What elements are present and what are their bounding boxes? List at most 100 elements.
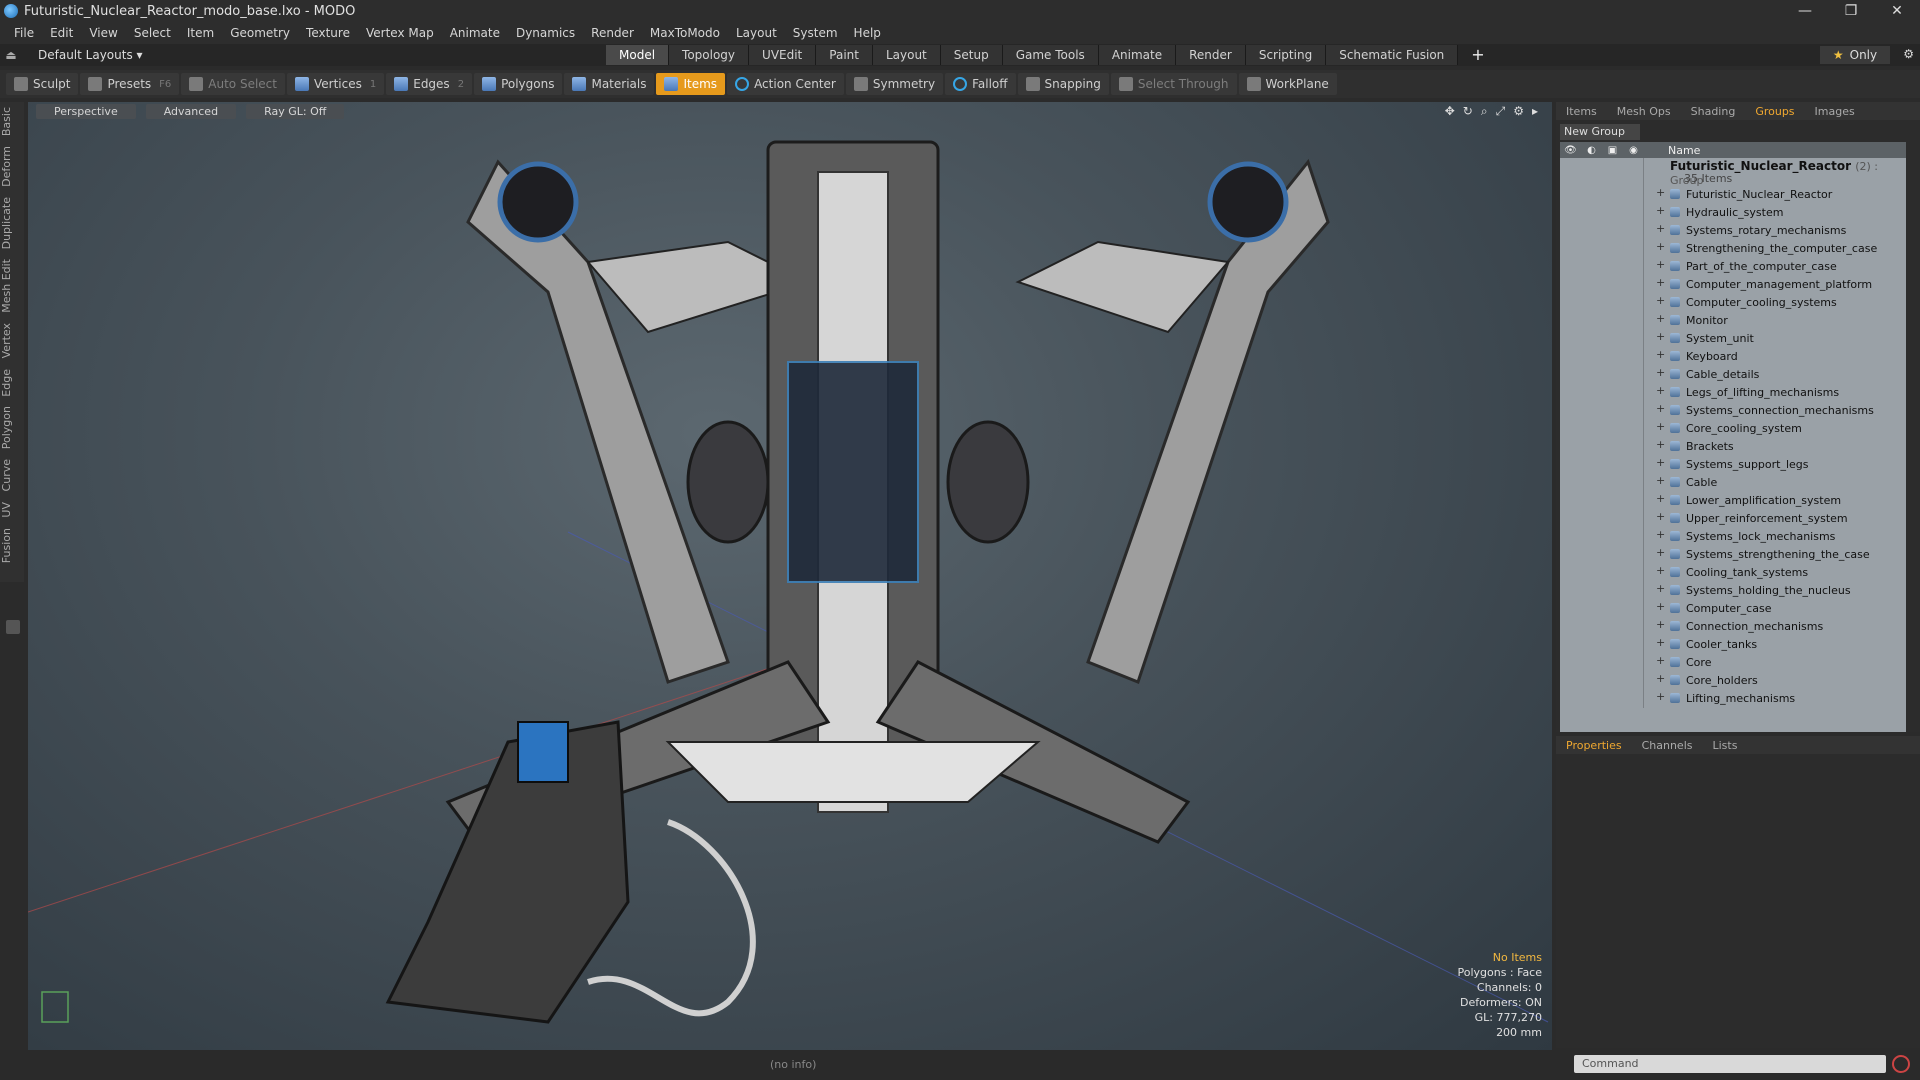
expand-icon[interactable]: + — [1656, 384, 1665, 397]
tab-uvedit[interactable]: UVEdit — [749, 45, 817, 65]
side-tab-vertex[interactable]: Vertex — [0, 318, 24, 363]
edges-button[interactable]: Edges 2 — [386, 73, 473, 95]
expand-icon[interactable]: + — [1656, 276, 1665, 289]
tab-groups[interactable]: Groups — [1745, 105, 1804, 118]
symmetry-button[interactable]: Symmetry — [845, 73, 944, 95]
side-tab-curve[interactable]: Curve — [0, 454, 24, 496]
tab-game-tools[interactable]: Game Tools — [1002, 45, 1099, 65]
list-item[interactable]: + Legs_of_lifting_mechanisms — [1560, 384, 1906, 402]
tab-schematic-fusion[interactable]: Schematic Fusion — [1326, 45, 1459, 65]
action-center-button[interactable]: Action Center — [727, 73, 844, 95]
list-item[interactable]: + Monitor — [1560, 312, 1906, 330]
list-item[interactable]: + Systems_lock_mechanisms — [1560, 528, 1906, 546]
expand-icon[interactable]: + — [1656, 312, 1665, 325]
expand-icon[interactable]: + — [1656, 366, 1665, 379]
expand-icon[interactable]: + — [1656, 204, 1665, 217]
list-item[interactable]: + Computer_management_platform — [1560, 276, 1906, 294]
list-item[interactable]: + Core_holders — [1560, 672, 1906, 690]
list-item[interactable]: + Systems_support_legs — [1560, 456, 1906, 474]
expand-icon[interactable]: + — [1656, 402, 1665, 415]
gear-icon[interactable]: ⚙ — [1903, 47, 1914, 61]
side-tab-edge[interactable]: Edge — [0, 364, 24, 402]
expand-icon[interactable]: + — [1656, 456, 1665, 469]
tab-paint[interactable]: Paint — [816, 45, 873, 65]
expand-icon[interactable]: + — [1656, 438, 1665, 451]
command-history-icon[interactable] — [1892, 1055, 1910, 1073]
expand-icon[interactable]: + — [1656, 258, 1665, 271]
lock-column-icon[interactable]: ▣ — [1602, 145, 1623, 156]
menu-select[interactable]: Select — [126, 26, 179, 40]
menu-help[interactable]: Help — [846, 26, 889, 40]
tab-topology[interactable]: Topology — [669, 45, 750, 65]
menu-file[interactable]: File — [6, 26, 42, 40]
menu-texture[interactable]: Texture — [298, 26, 358, 40]
list-item[interactable]: + Cable_details — [1560, 366, 1906, 384]
tab-lists[interactable]: Lists — [1703, 739, 1748, 752]
list-item[interactable]: + Systems_holding_the_nucleus — [1560, 582, 1906, 600]
expand-icon[interactable]: + — [1656, 690, 1665, 703]
expand-icon[interactable]: + — [1656, 546, 1665, 559]
expand-icon[interactable]: + — [1656, 222, 1665, 235]
list-item[interactable]: + Systems_strengthening_the_case — [1560, 546, 1906, 564]
expand-icon[interactable]: + — [1656, 510, 1665, 523]
only-button[interactable]: ★ Only — [1820, 46, 1890, 64]
list-item[interactable]: + Brackets — [1560, 438, 1906, 456]
visibility-column-icon[interactable]: 👁 — [1560, 145, 1581, 156]
select-through-button[interactable]: Select Through — [1110, 73, 1237, 95]
tab-model[interactable]: Model — [606, 45, 670, 65]
list-item[interactable]: + Hydraulic_system — [1560, 204, 1906, 222]
expand-icon[interactable]: + — [1656, 618, 1665, 631]
layout-dropdown[interactable]: Default Layouts ▾ — [22, 48, 143, 62]
menu-system[interactable]: System — [785, 26, 846, 40]
side-tab-basic[interactable]: Basic — [0, 102, 24, 141]
tab-animate[interactable]: Animate — [1098, 45, 1177, 65]
name-column-header[interactable]: Name — [1644, 144, 1700, 157]
expand-icon[interactable]: + — [1656, 420, 1665, 433]
side-tab-fusion[interactable]: Fusion — [0, 523, 24, 568]
auto-select-button[interactable]: Auto Select — [181, 73, 285, 95]
materials-button[interactable]: Materials — [564, 73, 655, 95]
list-item[interactable]: + Cooler_tanks — [1560, 636, 1906, 654]
list-item[interactable]: + Systems_connection_mechanisms — [1560, 402, 1906, 420]
menu-view[interactable]: View — [81, 26, 125, 40]
list-item[interactable]: + Systems_rotary_mechanisms — [1560, 222, 1906, 240]
side-tab-polygon[interactable]: Polygon — [0, 401, 24, 454]
menu-geometry[interactable]: Geometry — [222, 26, 298, 40]
list-item[interactable]: + System_unit — [1560, 330, 1906, 348]
menu-maxtomodo[interactable]: MaxToModo — [642, 26, 728, 40]
list-item[interactable]: + Lower_amplification_system — [1560, 492, 1906, 510]
menu-render[interactable]: Render — [583, 26, 642, 40]
list-item[interactable]: + Core_cooling_system — [1560, 420, 1906, 438]
tab-images[interactable]: Images — [1805, 105, 1865, 118]
list-item[interactable]: + Futuristic_Nuclear_Reactor — [1560, 186, 1906, 204]
list-item[interactable]: + Cooling_tank_systems — [1560, 564, 1906, 582]
tab-render[interactable]: Render — [1176, 45, 1246, 65]
group-row[interactable]: Futuristic_Nuclear_Reactor (2) : Group 3… — [1560, 158, 1906, 187]
side-toggle-icon[interactable] — [6, 620, 20, 634]
list-item[interactable]: + Keyboard — [1560, 348, 1906, 366]
expand-icon[interactable]: + — [1656, 294, 1665, 307]
select-column-icon[interactable]: ◉ — [1623, 145, 1644, 156]
sculpt-button[interactable]: Sculpt — [6, 73, 79, 95]
expand-icon[interactable]: + — [1656, 654, 1665, 667]
menu-edit[interactable]: Edit — [42, 26, 81, 40]
tab-scripting[interactable]: Scripting — [1245, 45, 1327, 65]
pin-icon[interactable]: ⏏ — [0, 48, 22, 62]
expand-icon[interactable]: + — [1656, 564, 1665, 577]
list-item[interactable]: + Computer_cooling_systems — [1560, 294, 1906, 312]
list-item[interactable]: + Upper_reinforcement_system — [1560, 510, 1906, 528]
render-column-icon[interactable]: ◐ — [1581, 145, 1602, 156]
expand-icon[interactable]: + — [1656, 348, 1665, 361]
menu-animate[interactable]: Animate — [442, 26, 508, 40]
tab-mesh-ops[interactable]: Mesh Ops — [1607, 105, 1681, 118]
expand-icon[interactable]: + — [1656, 582, 1665, 595]
3d-viewport[interactable]: Perspective Advanced Ray GL: Off ✥ ↻ ⌕ ⤢… — [28, 102, 1552, 1050]
menu-vertex-map[interactable]: Vertex Map — [358, 26, 442, 40]
expand-icon[interactable]: + — [1656, 492, 1665, 505]
restore-icon[interactable]: ❐ — [1828, 0, 1874, 22]
command-input[interactable]: Command — [1574, 1055, 1886, 1073]
expand-icon[interactable]: + — [1656, 636, 1665, 649]
tab-channels[interactable]: Channels — [1632, 739, 1703, 752]
tab-shading[interactable]: Shading — [1681, 105, 1746, 118]
expand-icon[interactable]: + — [1656, 672, 1665, 685]
